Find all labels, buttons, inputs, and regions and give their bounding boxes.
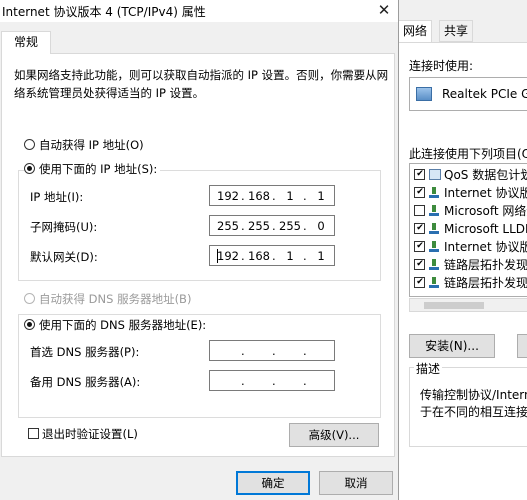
item-label: Microsoft 网络适配	[444, 204, 527, 218]
auto-dns-radio[interactable]: 自动获得 DNS 服务器地址(B)	[24, 292, 191, 306]
intro-text: 络系统管理员处获得适当的 IP 设置。	[14, 86, 205, 100]
tab-general[interactable]: 常规	[1, 31, 51, 54]
radio-button[interactable]	[24, 319, 35, 330]
ip-octet: 1	[317, 249, 325, 263]
ip-octet: 0	[317, 219, 325, 233]
alternate-dns-label: 备用 DNS 服务器(A):	[30, 375, 141, 389]
validate-on-exit-checkbox[interactable]: 退出时验证设置(L)	[28, 426, 138, 442]
connect-using-label: 连接时使用:	[409, 59, 474, 73]
manual-dns-radio[interactable]: 使用下面的 DNS 服务器地址(E):	[24, 318, 210, 332]
advanced-button[interactable]: 高级(V)...	[289, 423, 379, 447]
connection-items-list[interactable]: QoS 数据包计划程 Internet 协议版本 4 Microsoft 网络适…	[409, 163, 527, 297]
item-checkbox[interactable]	[414, 223, 425, 234]
alternate-dns-field[interactable]: ...	[209, 370, 335, 391]
ipv4-properties-dialog: Internet 协议版本 4 (TCP/IPv4) 属性 ✕ 常规 如果网络支…	[0, 0, 399, 500]
network-protocol-icon	[429, 223, 439, 235]
scrollbar-thumb[interactable]	[424, 302, 484, 309]
tab-network[interactable]: 网络	[399, 20, 432, 43]
network-protocol-icon	[429, 241, 439, 253]
auto-ip-radio[interactable]: 自动获得 IP 地址(O)	[24, 138, 144, 152]
gateway-field[interactable]: 192. 168. 1. 1	[209, 245, 335, 266]
list-item[interactable]: QoS 数据包计划程	[414, 166, 527, 184]
preferred-dns-field[interactable]: ...	[209, 340, 335, 361]
items-label: 此连接使用下列项目(O):	[409, 147, 527, 161]
item-label: Microsoft LLDP 协	[444, 222, 527, 236]
checkbox[interactable]	[28, 428, 39, 439]
network-tab-panel: 连接时使用: Realtek PCIe GbE 此连接使用下列项目(O): Qo…	[399, 42, 527, 500]
item-checkbox[interactable]	[414, 169, 425, 180]
network-adapter-icon	[416, 87, 432, 101]
network-protocol-icon	[429, 187, 439, 199]
item-checkbox[interactable]	[414, 241, 425, 252]
ip-octet: 168	[248, 189, 270, 203]
list-item[interactable]: 链路层拓扑发现映	[414, 274, 527, 292]
general-tab-panel: 如果网络支持此功能，则可以获取自动指派的 IP 设置。否则，你需要从网 络系统管…	[1, 53, 395, 457]
title-bar[interactable]: Internet 协议版本 4 (TCP/IPv4) 属性 ✕	[0, 0, 398, 22]
subnet-mask-label: 子网掩码(U):	[30, 220, 98, 234]
network-protocol-icon	[429, 205, 439, 217]
intro-text: 如果网络支持此功能，则可以获取自动指派的 IP 设置。否则，你需要从网	[14, 68, 389, 82]
item-label: QoS 数据包计划程	[444, 168, 527, 182]
list-item[interactable]: 链路层拓扑发现响	[414, 256, 527, 274]
validate-label: 退出时验证设置(L)	[42, 427, 138, 441]
ip-octet: 192	[217, 249, 239, 263]
ip-octet: 1	[317, 189, 325, 203]
horizontal-scrollbar[interactable]	[409, 298, 527, 312]
qos-icon	[429, 169, 441, 180]
subnet-mask-field[interactable]: 255. 255. 255. 0	[209, 215, 335, 236]
ip-octet: 1	[286, 189, 294, 203]
radio-button[interactable]	[24, 293, 35, 304]
auto-ip-label: 自动获得 IP 地址(O)	[39, 138, 144, 152]
ip-octet: 255	[248, 219, 270, 233]
item-label: Internet 协议版本 6	[444, 240, 527, 254]
ip-octet: 1	[286, 249, 294, 263]
list-item[interactable]: Microsoft 网络适配	[414, 202, 527, 220]
gateway-label: 默认网关(D):	[30, 250, 98, 264]
manual-dns-label: 使用下面的 DNS 服务器地址(E):	[39, 318, 207, 332]
description-label: 描述	[414, 360, 443, 377]
preferred-dns-label: 首选 DNS 服务器(P):	[30, 345, 140, 359]
ip-address-field[interactable]: 192. 168. 1. 1	[209, 185, 335, 206]
window-title: Internet 协议版本 4 (TCP/IPv4) 属性	[2, 5, 206, 19]
item-checkbox[interactable]	[414, 259, 425, 270]
close-icon[interactable]: ✕	[370, 0, 398, 22]
install-button[interactable]: 安装(N)...	[409, 334, 495, 358]
description-group: 描述 传输控制协议/Internet 于在不同的相互连接的	[409, 360, 527, 447]
ok-button[interactable]: 确定	[236, 471, 310, 495]
item-label: 链路层拓扑发现映	[444, 276, 527, 290]
radio-button[interactable]	[24, 163, 35, 174]
item-label: Internet 协议版本 4	[444, 186, 527, 200]
adapter-properties-window: 网络 共享 连接时使用: Realtek PCIe GbE 此连接使用下列项目(…	[398, 0, 527, 500]
radio-button[interactable]	[24, 139, 35, 150]
ip-octet: 168	[248, 249, 270, 263]
adapter-name: Realtek PCIe GbE	[442, 87, 527, 101]
auto-dns-label: 自动获得 DNS 服务器地址(B)	[39, 292, 192, 306]
manual-ip-label: 使用下面的 IP 地址(S):	[39, 162, 158, 176]
item-checkbox[interactable]	[414, 187, 425, 198]
item-checkbox[interactable]	[414, 277, 425, 288]
item-label: 链路层拓扑发现响	[444, 258, 527, 272]
ip-address-label: IP 地址(I):	[30, 190, 84, 204]
adapter-box: Realtek PCIe GbE	[409, 77, 527, 111]
cancel-button[interactable]: 取消	[319, 471, 393, 495]
ip-octet: 255	[217, 219, 239, 233]
ip-octet: 192	[217, 189, 239, 203]
manual-ip-radio[interactable]: 使用下面的 IP 地址(S):	[24, 162, 161, 176]
tab-sharing[interactable]: 共享	[439, 20, 473, 42]
ip-octet: 255	[279, 219, 301, 233]
list-item[interactable]: Internet 协议版本 6	[414, 238, 527, 256]
uninstall-button[interactable]	[517, 334, 527, 358]
item-checkbox[interactable]	[414, 205, 425, 216]
network-protocol-icon	[429, 259, 439, 271]
list-item[interactable]: Microsoft LLDP 协	[414, 220, 527, 238]
list-item[interactable]: Internet 协议版本 4	[414, 184, 527, 202]
description-text: 传输控制协议/Internet	[420, 388, 527, 402]
network-protocol-icon	[429, 277, 439, 289]
description-text: 于在不同的相互连接的	[420, 405, 527, 419]
